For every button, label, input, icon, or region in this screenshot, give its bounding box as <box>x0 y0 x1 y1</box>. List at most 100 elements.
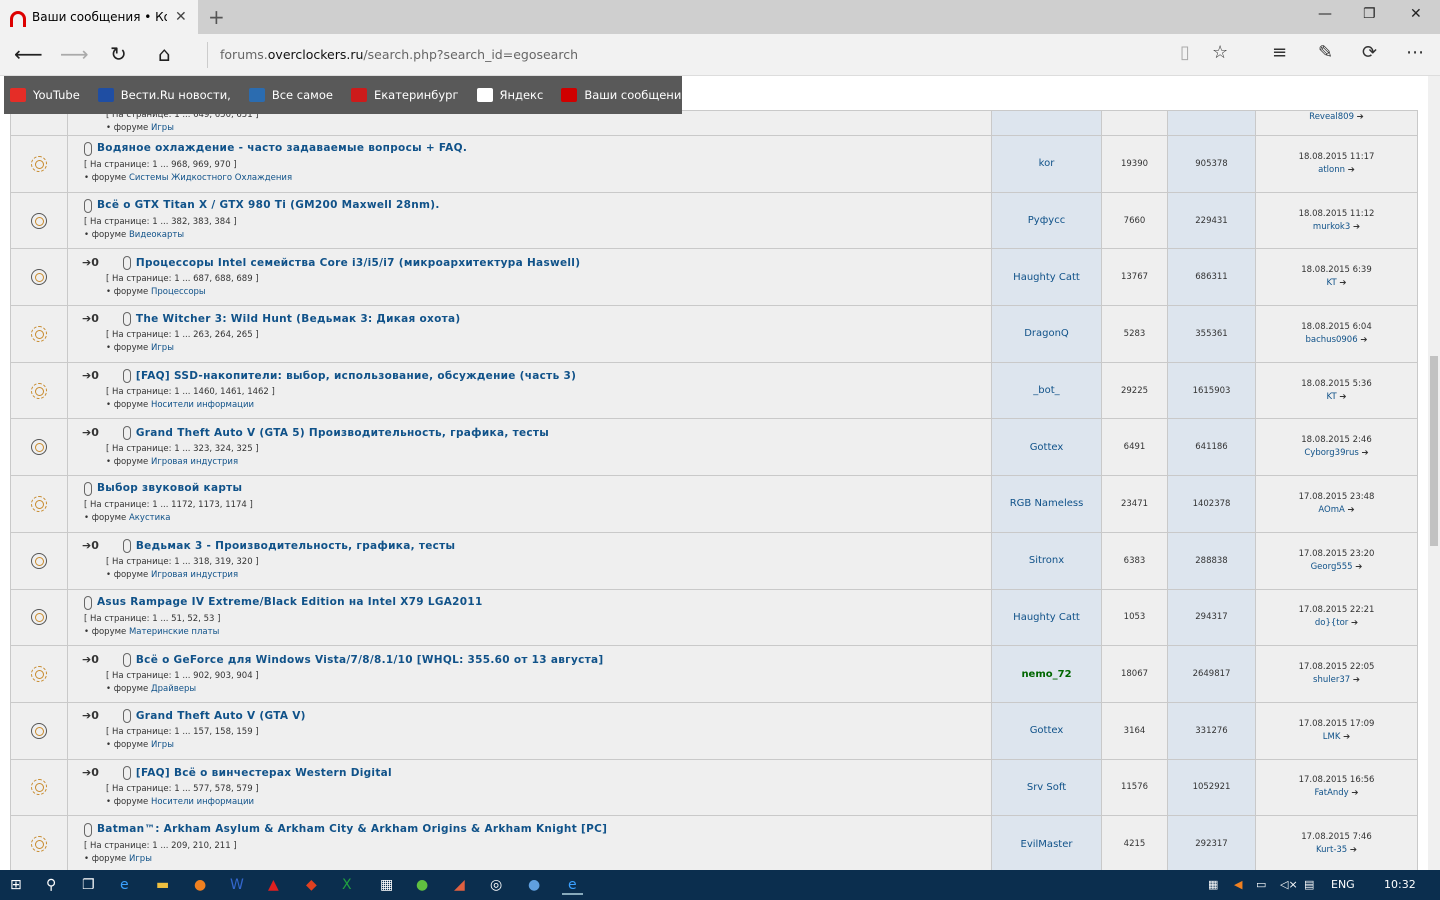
vertical-scrollbar[interactable] <box>1428 76 1440 870</box>
new-post-icon[interactable]: ➔0 <box>82 653 99 666</box>
hub-icon[interactable]: ≡ <box>1272 42 1287 63</box>
edge-icon[interactable]: e <box>562 877 583 895</box>
notification-icon[interactable]: ▤ <box>1304 878 1314 891</box>
forum-link[interactable]: Игры <box>129 854 152 864</box>
topic-pages[interactable]: [ На странице: 1 ... 968, 969, 970 ] <box>84 160 237 170</box>
new-post-icon[interactable]: ➔0 <box>82 766 99 779</box>
topic-pages[interactable]: [ На странице: 1 ... 382, 383, 384 ] <box>84 217 237 227</box>
topic-title[interactable]: Ведьмак 3 - Производительность, графика,… <box>136 540 455 552</box>
forum-link[interactable]: Игры <box>151 343 174 353</box>
topic-title[interactable]: Grand Theft Auto V (GTA 5) Производитель… <box>136 427 549 439</box>
last-post-user[interactable]: murkok3 <box>1313 222 1350 232</box>
favorite-item[interactable]: Вести.Ru новости, <box>97 88 231 102</box>
last-post-user[interactable]: atlonn <box>1318 165 1345 175</box>
author-cell[interactable]: Sitronx <box>991 531 1102 590</box>
goto-last-post-icon[interactable]: ➔ <box>1353 675 1360 685</box>
new-tab-button[interactable]: + <box>208 5 225 29</box>
search-icon[interactable]: ⚲ <box>46 877 56 893</box>
file-explorer-icon[interactable]: ▬ <box>156 877 169 893</box>
topic-pages[interactable]: [ На странице: 1 ... 157, 158, 159 ] <box>106 727 259 737</box>
topic-author[interactable]: Srv Soft <box>1027 782 1066 793</box>
forum-link[interactable]: Видеокарты <box>129 230 184 240</box>
forum-link[interactable]: Процессоры <box>151 287 206 297</box>
author-cell[interactable]: Haughty Catt <box>991 248 1102 307</box>
forum-link[interactable]: Носители информации <box>151 797 254 807</box>
topic-title[interactable]: Всё о GeForce для Windows Vista/7/8/8.1/… <box>136 654 604 666</box>
last-post-user[interactable]: shuler37 <box>1313 675 1350 685</box>
torrent-icon[interactable]: ● <box>416 877 428 893</box>
calculator-icon[interactable]: ▦ <box>380 877 393 893</box>
author-cell[interactable]: EvilMaster <box>991 815 1102 870</box>
address-bar[interactable]: forums.overclockers.ru/search.php?search… <box>207 42 1247 68</box>
last-post-user[interactable]: AOmA <box>1318 505 1344 515</box>
last-post-user[interactable]: bachus0906 <box>1306 335 1358 345</box>
topic-title[interactable]: Выбор звуковой карты <box>97 482 242 494</box>
app-icon-3[interactable]: ◢ <box>454 877 465 893</box>
new-post-icon[interactable]: ➔0 <box>82 426 99 439</box>
topic-pages[interactable]: [ На странице: 1 ... 263, 264, 265 ] <box>106 330 259 340</box>
topic-title[interactable]: [FAQ] SSD-накопители: выбор, использован… <box>136 370 576 382</box>
pdf-icon[interactable]: ▲ <box>268 877 279 893</box>
task-view-icon[interactable]: ❐ <box>82 877 95 893</box>
forum-link[interactable]: Игры <box>151 740 174 750</box>
ie-icon[interactable]: e <box>120 877 129 893</box>
topic-pages[interactable]: [ На странице: 1 ... 51, 52, 53 ] <box>84 614 220 624</box>
topic-author[interactable]: Gottex <box>1030 442 1064 453</box>
topic-title[interactable]: Batman™: Arkham Asylum & Arkham City & A… <box>97 823 607 835</box>
forward-button[interactable]: ⟶ <box>60 42 89 66</box>
new-post-icon[interactable]: ➔0 <box>82 369 99 382</box>
topic-author[interactable]: kor <box>1039 158 1055 169</box>
restore-button[interactable]: ❐ <box>1363 6 1376 22</box>
start-button-icon[interactable]: ⊞ <box>10 877 22 893</box>
tray-app-icon[interactable]: ◀ <box>1234 878 1242 891</box>
topic-pages[interactable]: [ На странице: 1 ... 902, 903, 904 ] <box>106 671 259 681</box>
author-cell[interactable]: DragonQ <box>991 305 1102 363</box>
last-post-user[interactable]: KT <box>1327 392 1337 402</box>
author-cell[interactable]: Руфусс <box>991 191 1102 250</box>
goto-last-post-icon[interactable]: ➔ <box>1351 788 1358 798</box>
topic-pages[interactable]: [ На странице: 1 ... 1172, 1173, 1174 ] <box>84 500 253 510</box>
topic-author[interactable]: RGB Nameless <box>1010 498 1084 509</box>
author-cell[interactable]: _bot_ <box>991 361 1102 420</box>
topic-author[interactable]: Руфусс <box>1028 215 1065 226</box>
topic-author[interactable]: EvilMaster <box>1021 839 1073 850</box>
clock[interactable]: 10:32 <box>1384 878 1416 891</box>
author-cell[interactable]: kor <box>991 135 1102 193</box>
topic-author[interactable]: Haughty Catt <box>1013 272 1080 283</box>
topic-author[interactable]: Gottex <box>1030 725 1064 736</box>
topic-title[interactable]: [FAQ] Всё о винчестерах Western Digital <box>136 767 392 779</box>
last-post-user[interactable]: Kurt-35 <box>1316 845 1347 855</box>
forum-link[interactable]: Игры <box>151 123 174 133</box>
goto-last-post-icon[interactable]: ➔ <box>1362 448 1369 458</box>
app-icon[interactable]: ● <box>194 877 206 893</box>
network-icon[interactable]: ▭ <box>1256 878 1266 891</box>
goto-last-post-icon[interactable]: ➔ <box>1339 392 1346 402</box>
new-post-icon[interactable]: ➔0 <box>82 539 99 552</box>
forum-link[interactable]: Игровая индустрия <box>151 570 238 580</box>
new-post-icon[interactable]: ➔0 <box>82 709 99 722</box>
close-window-button[interactable]: ✕ <box>1410 6 1422 22</box>
more-icon[interactable]: ⋯ <box>1406 42 1424 63</box>
topic-title[interactable]: Процессоры Intel семейства Core i3/i5/i7… <box>136 257 580 269</box>
new-post-icon[interactable]: ➔0 <box>82 312 99 325</box>
forum-link[interactable]: Материнские платы <box>129 627 219 637</box>
favorite-item[interactable]: YouTube <box>10 88 80 102</box>
goto-last-post-icon[interactable]: ➔ <box>1348 505 1355 515</box>
keyboard-icon[interactable]: ▦ <box>1208 878 1218 891</box>
minimize-button[interactable]: — <box>1318 6 1332 22</box>
new-post-icon[interactable]: ➔0 <box>82 256 99 269</box>
last-post-user[interactable]: Reveal809 <box>1309 112 1354 122</box>
last-post-user[interactable]: LMK <box>1323 732 1341 742</box>
author-cell[interactable]: RGB Nameless <box>991 475 1102 533</box>
author-cell[interactable]: nemo_72 <box>991 645 1102 703</box>
last-post-user[interactable]: Georg555 <box>1311 562 1353 572</box>
topic-pages[interactable]: [ На странице: 1 ... 1460, 1461, 1462 ] <box>106 387 275 397</box>
author-cell[interactable]: Srv Soft <box>991 758 1102 817</box>
topic-title[interactable]: Grand Theft Auto V (GTA V) <box>136 710 306 722</box>
scrollbar-thumb[interactable] <box>1430 356 1438 546</box>
home-button[interactable]: ⌂ <box>158 42 171 66</box>
topic-pages[interactable]: [ На странице: 1 ... 577, 578, 579 ] <box>106 784 259 794</box>
last-post-user[interactable]: KT <box>1327 278 1337 288</box>
topic-author[interactable]: Haughty Catt <box>1013 612 1080 623</box>
topic-title[interactable]: Asus Rampage IV Extreme/Black Edition на… <box>97 596 483 608</box>
